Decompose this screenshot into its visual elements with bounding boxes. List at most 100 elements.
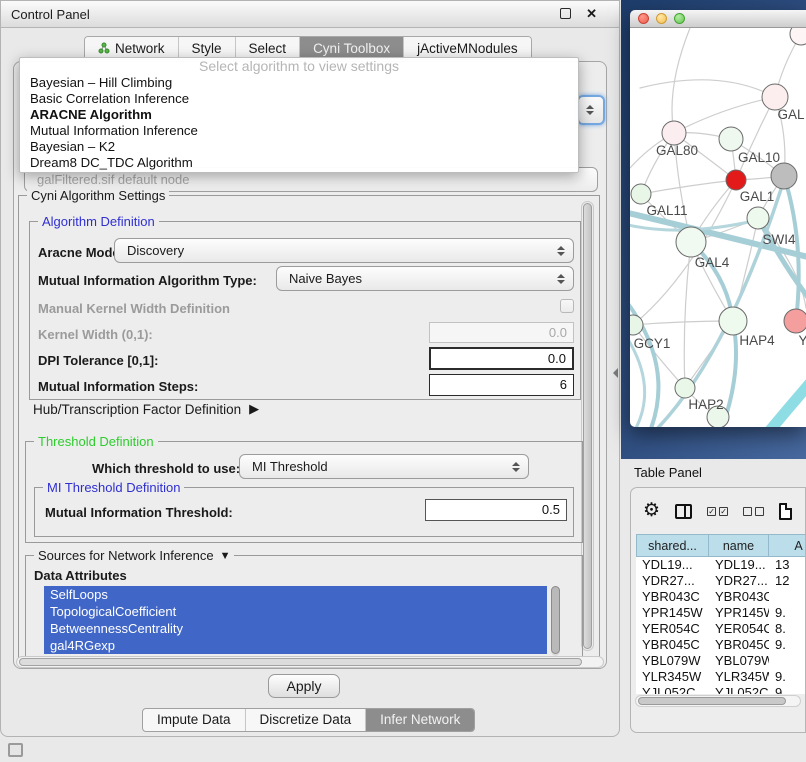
hub-transcription-section[interactable]: Hub/Transcription Factor Definition ▶ bbox=[33, 401, 259, 417]
document-icon[interactable] bbox=[779, 503, 792, 520]
network-node[interactable] bbox=[631, 184, 651, 204]
table-row[interactable]: YER054CYER054C8. bbox=[636, 621, 806, 637]
combo-spinner-icon bbox=[557, 246, 565, 256]
aracne-mode-combo[interactable]: Discovery bbox=[114, 238, 574, 263]
table-row[interactable]: YDL19...YDL19...13 bbox=[636, 557, 806, 573]
menu-item[interactable]: Basic Correlation Inference bbox=[20, 91, 578, 107]
column-header[interactable]: shared... bbox=[636, 534, 709, 557]
kernel-width-field[interactable]: 0.0 bbox=[429, 322, 574, 343]
minimize-window-icon[interactable] bbox=[656, 13, 667, 24]
dpi-tolerance-field[interactable]: 0.0 bbox=[429, 347, 574, 370]
network-node[interactable] bbox=[784, 309, 806, 333]
gear-icon[interactable]: ⚙ bbox=[643, 501, 660, 521]
network-node[interactable] bbox=[676, 227, 706, 257]
tab-discretize-data[interactable]: Discretize Data bbox=[245, 709, 366, 731]
apply-button[interactable]: Apply bbox=[268, 674, 340, 698]
network-node[interactable] bbox=[726, 170, 746, 190]
tab-infer-network[interactable]: Infer Network bbox=[365, 709, 474, 731]
list-item[interactable]: BetweennessCentrality bbox=[44, 620, 547, 637]
network-edge[interactable] bbox=[641, 180, 736, 194]
which-threshold-combo[interactable]: MI Threshold bbox=[239, 454, 529, 479]
focused-combo-spinner[interactable] bbox=[577, 95, 605, 125]
tab-style-label: Style bbox=[192, 41, 222, 56]
table-row[interactable]: YBR043CYBR043C bbox=[636, 589, 806, 605]
menu-item[interactable]: ARACNE Algorithm bbox=[20, 107, 578, 123]
network-edge[interactable] bbox=[762, 374, 806, 427]
algorithm-placeholder: Select algorithm to view settings bbox=[20, 58, 578, 75]
list-item[interactable]: SelfLoops bbox=[44, 586, 547, 603]
network-node[interactable] bbox=[771, 163, 797, 189]
scrollbar-thumb[interactable] bbox=[19, 658, 582, 666]
content-horizontal-scrollbar[interactable] bbox=[16, 656, 604, 668]
scrollbar-thumb[interactable] bbox=[638, 697, 786, 705]
scrollbar-thumb[interactable] bbox=[583, 203, 592, 649]
network-node[interactable] bbox=[747, 207, 769, 229]
tab-cyni-toolbox[interactable]: Cyni Toolbox bbox=[299, 37, 403, 59]
network-node[interactable] bbox=[719, 127, 743, 151]
column-header[interactable]: name bbox=[709, 534, 769, 557]
select-all-checkboxes-icon[interactable]: ✓✓ bbox=[707, 507, 728, 516]
float-panel-icon[interactable] bbox=[560, 8, 571, 19]
network-edge[interactable] bbox=[640, 80, 775, 97]
close-window-icon[interactable] bbox=[638, 13, 649, 24]
scrollbar-thumb[interactable] bbox=[551, 586, 560, 654]
manual-kernel-width-checkbox[interactable] bbox=[560, 299, 574, 313]
table-cell: 9. bbox=[769, 605, 806, 621]
collapse-arrow-down-icon[interactable]: ▼ bbox=[220, 550, 231, 562]
table-cell: YBL079W bbox=[709, 653, 769, 669]
control-panel-title: Control Panel bbox=[11, 7, 90, 22]
sources-legend-label: Sources for Network Inference bbox=[38, 548, 214, 563]
table-panel-title: Table Panel bbox=[634, 465, 702, 480]
mi-algorithm-type-combo[interactable]: Naive Bayes bbox=[276, 266, 574, 291]
menu-item[interactable]: Bayesian – Hill Climbing bbox=[20, 75, 578, 91]
table-cell: YDL19... bbox=[709, 557, 769, 573]
network-node-label: SWI4 bbox=[762, 232, 795, 247]
network-canvas-svg[interactable]: GALGAL80GAL10GAL1GAL11SWI4GAL4GCY1HAP4YH… bbox=[630, 28, 806, 427]
table-row[interactable]: YBR045CYBR045C9. bbox=[636, 637, 806, 653]
list-item[interactable]: gal4RGexp bbox=[44, 637, 547, 654]
tab-network[interactable]: Network bbox=[85, 37, 178, 59]
network-node[interactable] bbox=[662, 121, 686, 145]
table-row[interactable]: YLR345WYLR345W9. bbox=[636, 669, 806, 685]
tab-select-label: Select bbox=[249, 41, 287, 56]
columns-icon[interactable] bbox=[675, 504, 692, 519]
tab-select[interactable]: Select bbox=[235, 37, 300, 59]
list-item[interactable]: TopologicalCoefficient bbox=[44, 603, 547, 620]
attribute-list-scrollbar[interactable] bbox=[551, 586, 560, 656]
table-row[interactable]: YPR145WYPR145W9. bbox=[636, 605, 806, 621]
collapse-arrow-right-icon[interactable]: ▶ bbox=[249, 401, 259, 417]
column-header[interactable]: A bbox=[769, 534, 806, 557]
panel-divider-handle[interactable] bbox=[613, 368, 618, 378]
close-icon[interactable]: ✕ bbox=[586, 8, 597, 19]
tab-style[interactable]: Style bbox=[178, 37, 235, 59]
network-window-titlebar[interactable] bbox=[630, 10, 806, 28]
menu-item[interactable]: Bayesian – K2 bbox=[20, 139, 578, 155]
mi-steps-field[interactable]: 6 bbox=[429, 374, 574, 396]
bottom-tab-bar: Impute Data Discretize Data Infer Networ… bbox=[142, 708, 475, 732]
table-row[interactable]: YBL079WYBL079W bbox=[636, 653, 806, 669]
tab-jactivemnodules-label: jActiveMNodules bbox=[417, 41, 518, 56]
table-cell: YER054C bbox=[709, 621, 769, 637]
network-node-label: GAL10 bbox=[738, 150, 780, 165]
tab-impute-data[interactable]: Impute Data bbox=[143, 709, 245, 731]
table-row[interactable]: YJL052CYJL052C9 bbox=[636, 685, 806, 694]
network-node[interactable] bbox=[675, 378, 695, 398]
data-attributes-list[interactable]: SelfLoops TopologicalCoefficient Between… bbox=[44, 586, 547, 658]
sources-legend[interactable]: Sources for Network Inference ▼ bbox=[34, 548, 234, 563]
tab-jactivemnodules[interactable]: jActiveMNodules bbox=[403, 37, 531, 59]
table-toolbar: ⚙ ✓✓ bbox=[643, 498, 792, 524]
deselect-all-checkboxes-icon[interactable] bbox=[743, 507, 764, 516]
tab-network-label: Network bbox=[115, 41, 165, 56]
network-edge[interactable] bbox=[633, 321, 733, 325]
collapsed-panel-icon[interactable] bbox=[8, 743, 23, 757]
mi-threshold-field[interactable]: 0.5 bbox=[425, 499, 567, 521]
network-node[interactable] bbox=[790, 28, 806, 45]
menu-item[interactable]: Mutual Information Inference bbox=[20, 123, 578, 139]
cyni-settings-legend: Cyni Algorithm Settings bbox=[27, 188, 169, 203]
table-horizontal-scrollbar[interactable] bbox=[635, 695, 801, 707]
menu-item[interactable]: Dream8 DC_TDC Algorithm bbox=[20, 155, 578, 171]
mi-threshold-legend: MI Threshold Definition bbox=[43, 480, 184, 495]
network-node[interactable] bbox=[719, 307, 747, 335]
zoom-window-icon[interactable] bbox=[674, 13, 685, 24]
table-row[interactable]: YDR27...YDR27...12 bbox=[636, 573, 806, 589]
